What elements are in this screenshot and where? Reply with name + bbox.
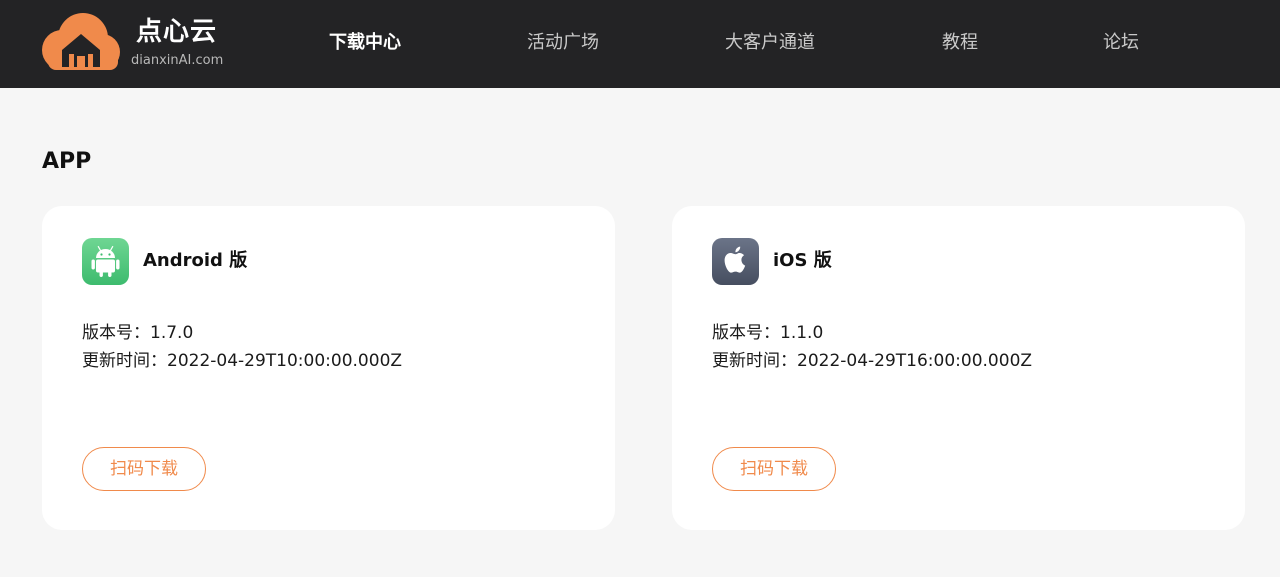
version-text: 版本号：1.7.0: [82, 323, 194, 343]
nav-forum[interactable]: 论坛: [1103, 30, 1139, 56]
logo-cloud-icon[interactable]: [40, 10, 122, 72]
scan-download-button[interactable]: 扫码下载: [712, 447, 836, 491]
nav-download-center[interactable]: 下载中心: [329, 30, 401, 56]
brand-name: 点心云: [136, 17, 218, 47]
apple-icon: [712, 238, 759, 285]
android-app-card: Android 版 版本号：1.7.0 更新时间：2022-04-29T10:0…: [42, 206, 615, 530]
card-title: Android 版: [143, 250, 248, 271]
nav-activity-square[interactable]: 活动广场: [527, 30, 599, 56]
brand-domain: dianxinAI.com: [131, 53, 224, 68]
version-text: 版本号：1.1.0: [712, 323, 824, 343]
update-time-text: 更新时间：2022-04-29T16:00:00.000Z: [712, 351, 1033, 371]
card-title: iOS 版: [773, 250, 832, 271]
ios-app-card: iOS 版 版本号：1.1.0 更新时间：2022-04-29T16:00:00…: [672, 206, 1245, 530]
nav-enterprise-channel[interactable]: 大客户通道: [725, 30, 815, 56]
nav-tutorial[interactable]: 教程: [942, 30, 978, 56]
android-icon: [82, 238, 129, 285]
section-title: APP: [42, 149, 92, 174]
top-navbar: 点心云 dianxinAI.com 下载中心 活动广场 大客户通道 教程 论坛: [0, 0, 1280, 88]
update-time-text: 更新时间：2022-04-29T10:00:00.000Z: [82, 351, 403, 371]
scan-download-button[interactable]: 扫码下载: [82, 447, 206, 491]
